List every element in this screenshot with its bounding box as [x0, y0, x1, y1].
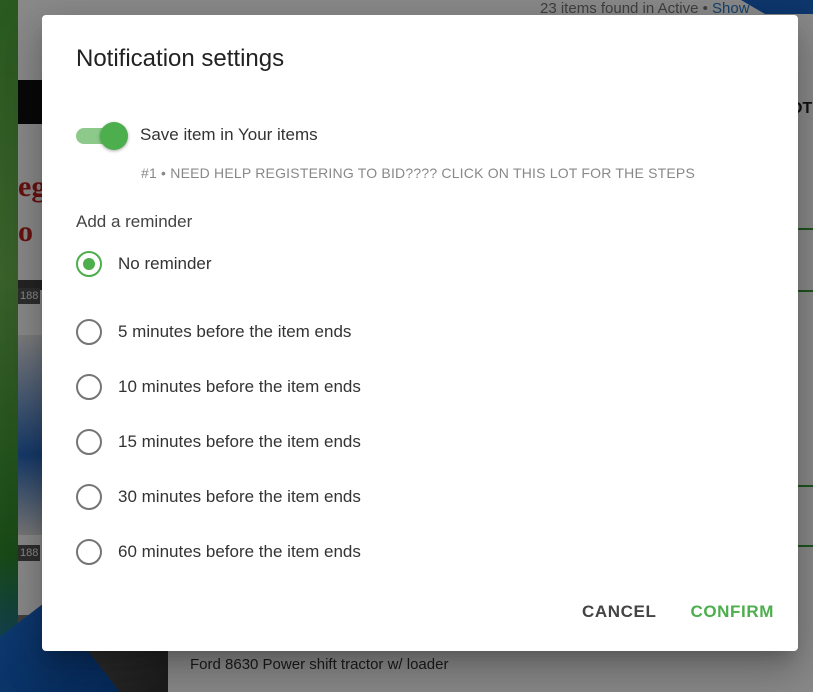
radio-button-checked[interactable]	[76, 251, 102, 277]
reminder-option-5min[interactable]: 5 minutes before the item ends	[76, 304, 361, 359]
reminder-option-label: 10 minutes before the item ends	[118, 376, 361, 396]
reminder-option-label: No reminder	[118, 254, 212, 273]
save-item-label: Save item in Your items	[140, 125, 318, 144]
reminder-heading: Add a reminder	[76, 212, 193, 231]
radio-button[interactable]	[76, 373, 102, 400]
save-item-toggle[interactable]	[76, 120, 128, 150]
reminder-option-label: 15 minutes before the item ends	[118, 431, 361, 451]
reminder-option-30min[interactable]: 30 minutes before the item ends	[76, 469, 361, 524]
dialog-actions: CANCEL CONFIRM	[582, 602, 774, 622]
radio-button[interactable]	[76, 428, 102, 455]
reminder-option-label: 60 minutes before the item ends	[118, 541, 361, 561]
dialog-title: Notification settings	[76, 45, 285, 72]
radio-button[interactable]	[76, 483, 102, 510]
reminder-radio-group: No reminder 5 minutes before the item en…	[76, 249, 361, 579]
cancel-button[interactable]: CANCEL	[582, 602, 656, 622]
notification-settings-dialog: Notification settings Save item in Your …	[42, 15, 798, 651]
toggle-thumb[interactable]	[100, 122, 128, 150]
reminder-option-15min[interactable]: 15 minutes before the item ends	[76, 414, 361, 469]
radio-button[interactable]	[76, 318, 102, 345]
reminder-option-60min[interactable]: 60 minutes before the item ends	[76, 524, 361, 579]
reminder-option-label: 5 minutes before the item ends	[118, 321, 352, 341]
confirm-button[interactable]: CONFIRM	[690, 602, 774, 622]
radio-button[interactable]	[76, 538, 102, 565]
reminder-option-none[interactable]: No reminder	[76, 249, 361, 279]
save-item-toggle-row[interactable]: Save item in Your items	[76, 120, 318, 150]
reminder-option-10min[interactable]: 10 minutes before the item ends	[76, 359, 361, 414]
reminder-option-label: 30 minutes before the item ends	[118, 486, 361, 506]
lot-subtitle: #1 • NEED HELP REGISTERING TO BID???? CL…	[141, 165, 695, 181]
